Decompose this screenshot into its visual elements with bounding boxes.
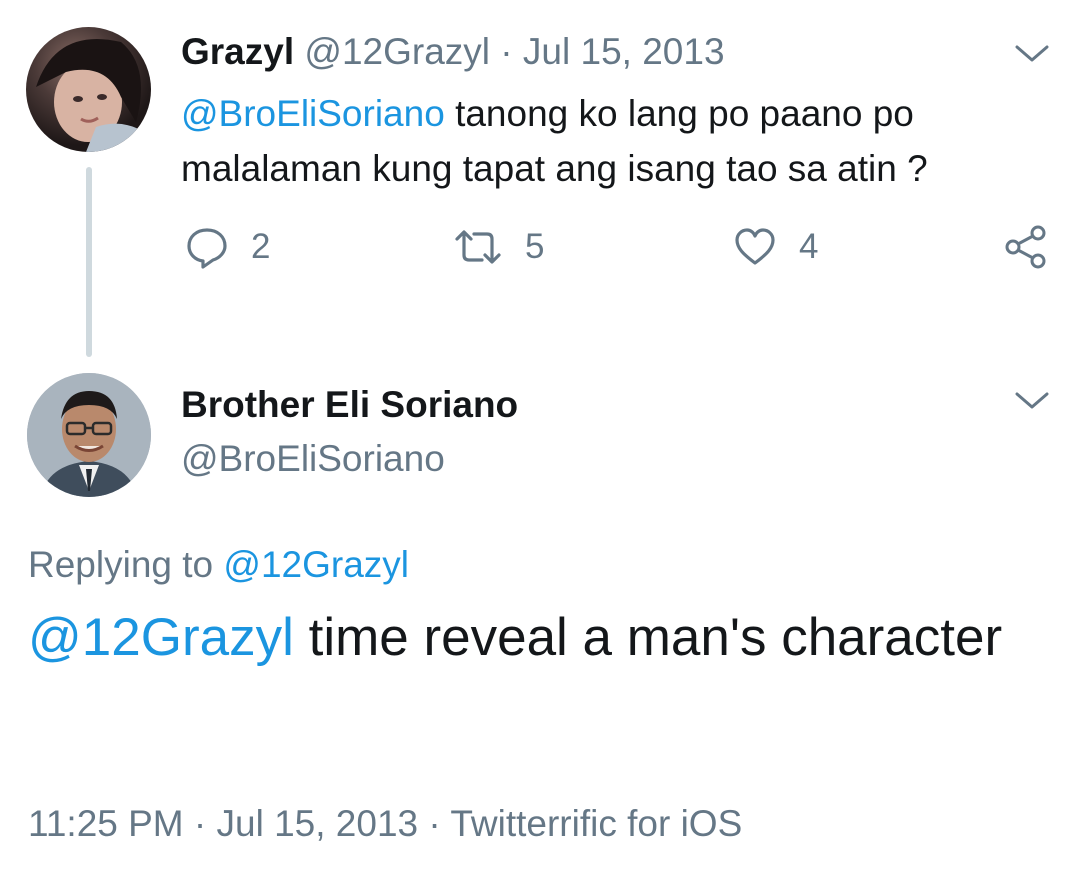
reply-button[interactable]: 2: [185, 222, 270, 272]
share-button[interactable]: [1003, 222, 1049, 272]
reply-tweet-time[interactable]: 11:25 PM: [28, 803, 184, 844]
parent-author-name[interactable]: Grazyl: [181, 31, 294, 72]
parent-tweet-text: @BroEliSoriano tanong ko lang po paano p…: [181, 86, 1041, 196]
header-separator: ·: [490, 31, 523, 72]
retweet-button[interactable]: 5: [453, 222, 544, 272]
reply-count: 2: [251, 227, 271, 266]
reply-tweet-meta: 11:25 PM · Jul 15, 2013 · Twitterrific f…: [28, 800, 742, 848]
reply-tweet-source[interactable]: Twitterrific for iOS: [450, 803, 742, 844]
like-button[interactable]: 4: [733, 222, 818, 272]
parent-mention-link[interactable]: @BroEliSoriano: [181, 93, 445, 134]
retweet-icon: [455, 230, 501, 264]
avatar-brother-eli-soriano[interactable]: [27, 373, 151, 497]
replying-to-line: Replying to @12Grazyl: [28, 541, 409, 589]
avatar-photo-icon: [27, 373, 151, 497]
reply-mention-link[interactable]: @12Grazyl: [28, 608, 294, 667]
parent-author-handle[interactable]: @12Grazyl: [304, 31, 490, 72]
replying-to-handle-link[interactable]: @12Grazyl: [223, 544, 409, 585]
like-count: 4: [799, 227, 819, 266]
avatar-photo-icon: [36, 39, 151, 152]
reply-author-name[interactable]: Brother Eli Soriano: [181, 382, 518, 428]
reply-author-handle[interactable]: @BroEliSoriano: [181, 436, 445, 482]
meta-separator: ·: [418, 803, 451, 844]
reply-tweet-body: time reveal a man's character: [293, 608, 1003, 667]
parent-tweet-date[interactable]: Jul 15, 2013: [523, 31, 725, 72]
reply-tweet-date[interactable]: Jul 15, 2013: [217, 803, 419, 844]
heart-icon: [735, 228, 775, 265]
retweet-count: 5: [525, 227, 545, 266]
share-icon: [1005, 225, 1046, 269]
parent-tweet-header: Grazyl @12Grazyl · Jul 15, 2013: [181, 30, 725, 74]
reply-icon: [187, 228, 227, 269]
replying-to-label: Replying to: [28, 544, 224, 585]
chevron-down-icon[interactable]: [1012, 38, 1052, 68]
chevron-down-icon[interactable]: [1012, 385, 1052, 415]
meta-separator: ·: [183, 803, 217, 844]
thread-connector-line: [86, 167, 92, 357]
avatar-grazyl[interactable]: [26, 27, 151, 152]
reply-tweet-text: @12Grazyl time reveal a man's character: [28, 598, 1028, 678]
